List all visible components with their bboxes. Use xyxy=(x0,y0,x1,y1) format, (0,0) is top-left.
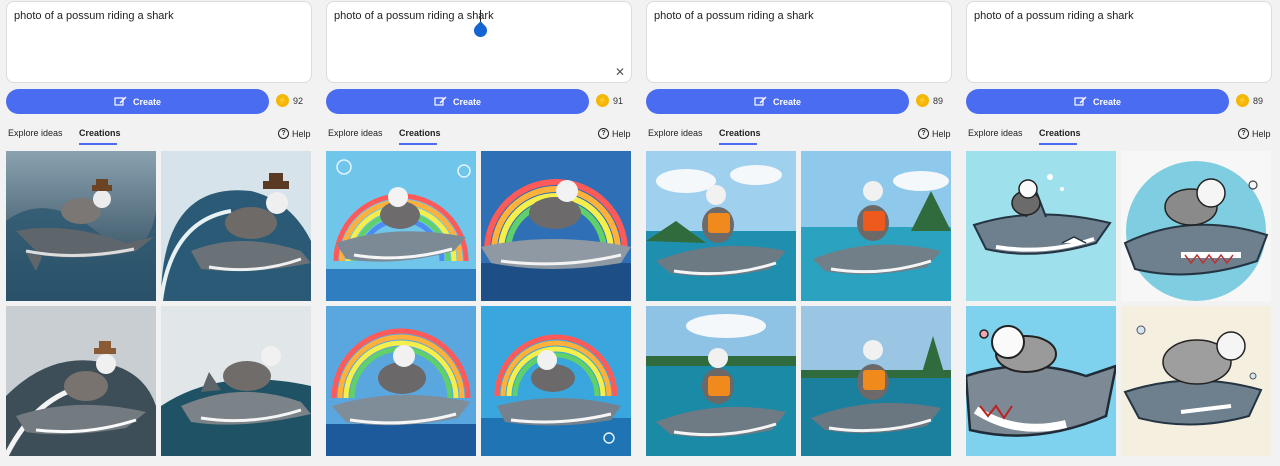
help-icon: ? xyxy=(278,128,289,139)
create-button[interactable]: Create xyxy=(966,89,1229,114)
result-image[interactable] xyxy=(646,151,796,301)
prompt-text: photo of a possum riding a shark xyxy=(654,10,814,22)
create-icon xyxy=(434,96,447,106)
help-label: Help xyxy=(612,128,631,139)
create-button-label: Create xyxy=(132,96,161,107)
create-icon xyxy=(754,96,767,106)
tab-creations[interactable]: Creations xyxy=(719,128,761,138)
help-icon: ? xyxy=(918,128,929,139)
create-button[interactable]: Create xyxy=(326,89,589,114)
creator-panel-2: photo of a possum riding a shark ✕ Creat… xyxy=(320,0,632,466)
prompt-input[interactable]: photo of a possum riding a shark xyxy=(966,1,1272,83)
prompt-text: photo of a possum riding a shark xyxy=(14,10,174,22)
help-icon: ? xyxy=(1238,128,1249,139)
result-image[interactable] xyxy=(966,151,1116,301)
help-icon: ? xyxy=(598,128,609,139)
boost-count: 89 xyxy=(933,95,944,106)
tab-active-indicator xyxy=(1039,143,1077,145)
result-image[interactable] xyxy=(481,306,631,456)
result-image[interactable] xyxy=(326,151,476,301)
tab-creations[interactable]: Creations xyxy=(79,128,121,138)
help-label: Help xyxy=(1252,128,1271,139)
create-icon xyxy=(114,96,127,106)
result-image[interactable] xyxy=(161,151,311,301)
result-image[interactable] xyxy=(1121,151,1271,301)
creator-panel-1: photo of a possum riding a shark Create … xyxy=(0,0,312,466)
result-image[interactable] xyxy=(1121,306,1271,456)
boost-icon: ⚡ xyxy=(596,94,609,107)
tab-active-indicator xyxy=(719,143,757,145)
boost-icon: ⚡ xyxy=(1236,94,1249,107)
create-button[interactable]: Create xyxy=(6,89,269,114)
selection-handle[interactable] xyxy=(471,21,490,40)
prompt-input[interactable]: photo of a possum riding a shark ✕ xyxy=(326,1,632,83)
prompt-input[interactable]: photo of a possum riding a shark xyxy=(6,1,312,83)
boost-count: 89 xyxy=(1253,95,1264,106)
creator-panel-4: photo of a possum riding a shark Create … xyxy=(960,0,1272,466)
tab-explore-ideas[interactable]: Explore ideas xyxy=(968,128,1023,138)
result-image[interactable] xyxy=(6,306,156,456)
boost-icon: ⚡ xyxy=(276,94,289,107)
tab-active-indicator xyxy=(79,143,117,145)
help-button[interactable]: ? Help xyxy=(278,128,311,139)
result-image[interactable] xyxy=(326,306,476,456)
result-image[interactable] xyxy=(801,151,951,301)
tab-active-indicator xyxy=(399,143,437,145)
help-button[interactable]: ? Help xyxy=(1238,128,1271,139)
result-image[interactable] xyxy=(161,306,311,456)
help-label: Help xyxy=(932,128,951,139)
boost-counter: ⚡ 91 xyxy=(596,94,623,107)
tab-explore-ideas[interactable]: Explore ideas xyxy=(328,128,383,138)
prompt-text: photo of a possum riding a shark xyxy=(334,10,494,22)
result-image[interactable] xyxy=(6,151,156,301)
prompt-input[interactable]: photo of a possum riding a shark xyxy=(646,1,952,83)
tab-explore-ideas[interactable]: Explore ideas xyxy=(8,128,63,138)
boost-counter: ⚡ 92 xyxy=(276,94,303,107)
create-icon xyxy=(1074,96,1087,106)
tab-creations[interactable]: Creations xyxy=(399,128,441,138)
prompt-text: photo of a possum riding a shark xyxy=(974,10,1134,22)
boost-counter: ⚡ 89 xyxy=(916,94,943,107)
clear-icon[interactable]: ✕ xyxy=(614,66,626,78)
create-button-label: Create xyxy=(1092,96,1121,107)
boost-counter: ⚡ 89 xyxy=(1236,94,1263,107)
create-button[interactable]: Create xyxy=(646,89,909,114)
boost-count: 91 xyxy=(613,95,624,106)
tab-explore-ideas[interactable]: Explore ideas xyxy=(648,128,703,138)
result-image[interactable] xyxy=(646,306,796,456)
help-button[interactable]: ? Help xyxy=(918,128,951,139)
help-button[interactable]: ? Help xyxy=(598,128,631,139)
help-label: Help xyxy=(292,128,311,139)
result-image[interactable] xyxy=(966,306,1116,456)
result-image[interactable] xyxy=(481,151,631,301)
boost-count: 92 xyxy=(293,95,304,106)
boost-icon: ⚡ xyxy=(916,94,929,107)
tab-creations[interactable]: Creations xyxy=(1039,128,1081,138)
create-button-label: Create xyxy=(452,96,481,107)
create-button-label: Create xyxy=(772,96,801,107)
result-image[interactable] xyxy=(801,306,951,456)
creator-panel-3: photo of a possum riding a shark Create … xyxy=(640,0,952,466)
